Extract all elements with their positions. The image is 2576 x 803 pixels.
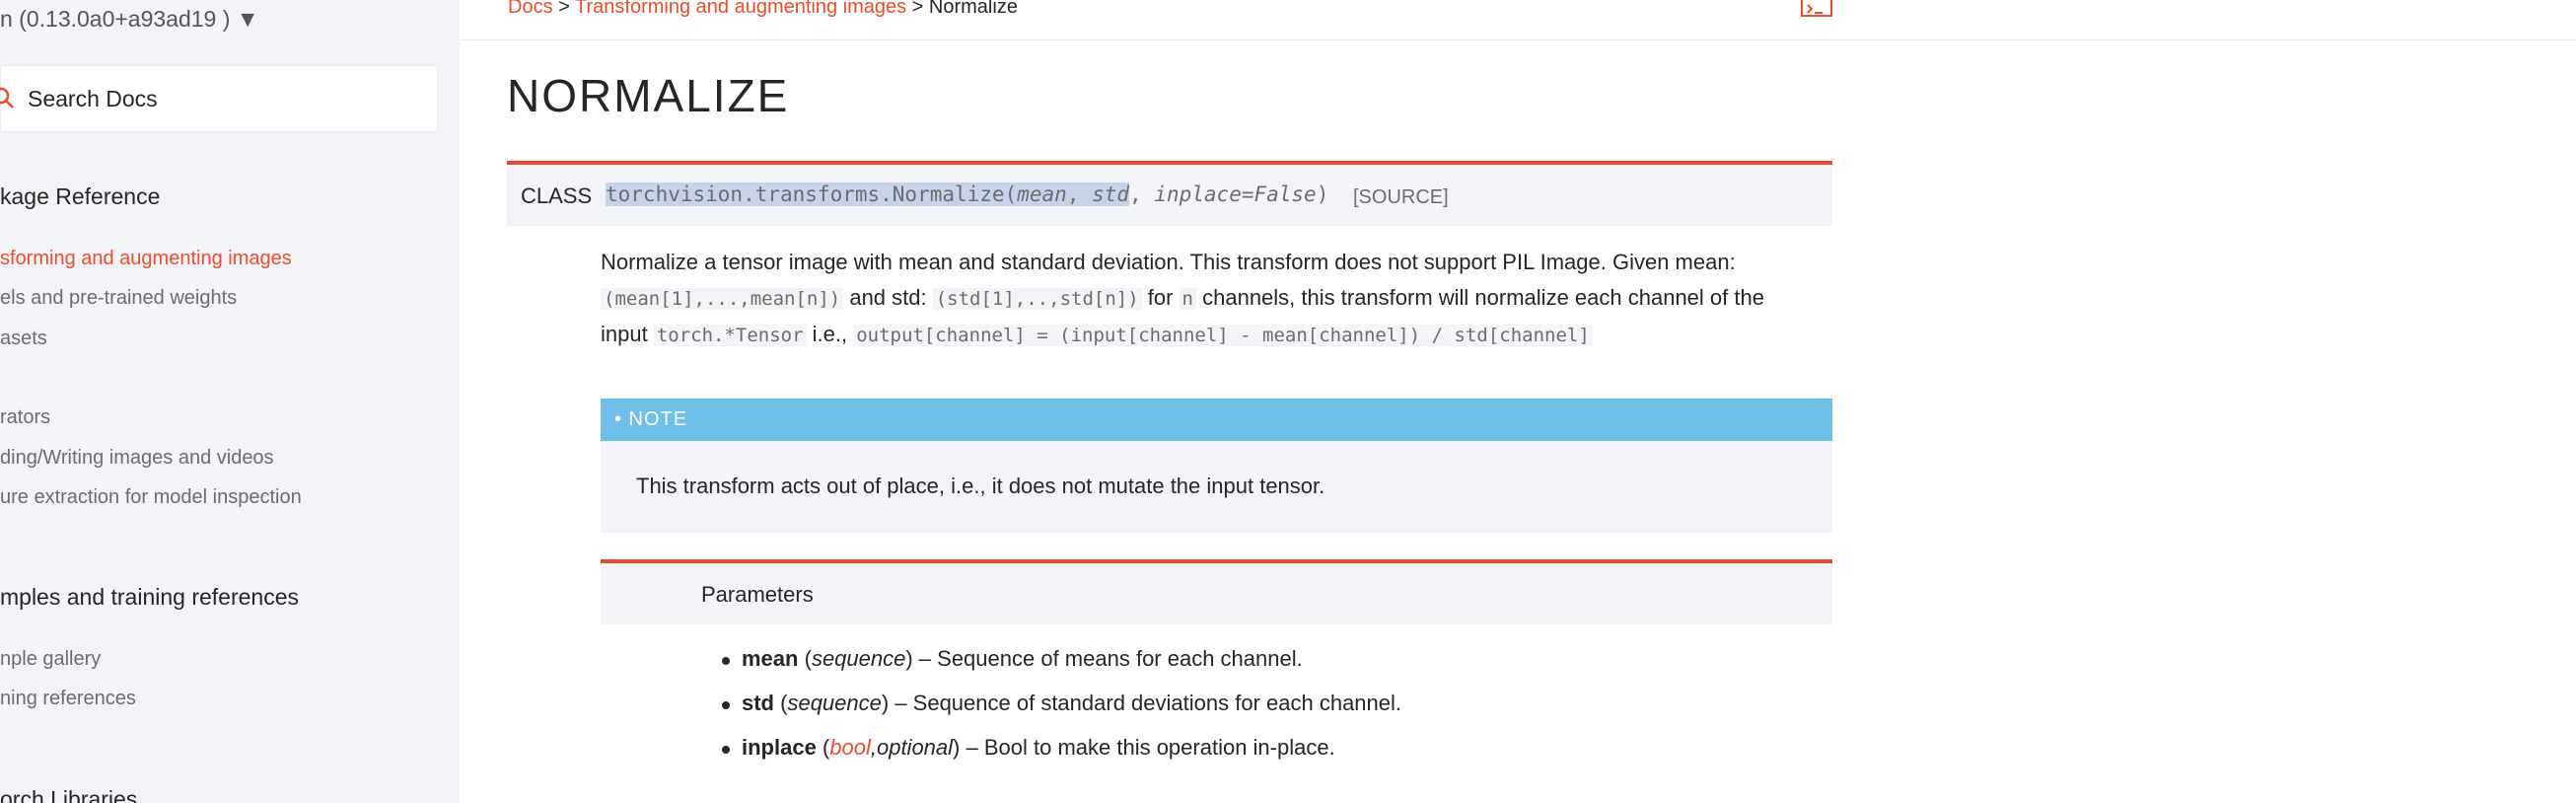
list-item: mean (sequence) – Sequence of means for … [720, 646, 1401, 691]
param-desc: – Sequence of standard deviations for ea… [889, 691, 1402, 715]
signature-arg-inplace: inplace=False [1154, 182, 1317, 206]
note-label: • NOTE [614, 408, 688, 430]
desc-text: input [601, 322, 654, 346]
page-title: NORMALIZE [507, 70, 790, 121]
sidebar-heading-examples: mples and training references [0, 584, 299, 610]
param-desc: – Bool to make this operation in-place. [960, 735, 1335, 760]
desc-text: channels, this transform will normalize … [1196, 285, 1764, 310]
version-selector[interactable]: n (0.13.0a0+a93ad19 ) ▼ [0, 6, 259, 33]
formula-code: output[channel] = (input[channel] - mean… [853, 325, 1593, 346]
note-text: This transform acts out of place, i.e., … [636, 474, 1325, 498]
sidebar: n (0.13.0a0+a93ad19 ) ▼ Search Docs kage… [0, 0, 460, 803]
tensor-code: torch.*Tensor [653, 325, 807, 346]
desc-text: for [1141, 285, 1180, 310]
n-code: n [1179, 288, 1196, 310]
breadcrumb: Docs > Transforming and augmenting image… [508, 0, 1018, 19]
sidebar-item-example-gallery[interactable]: nple gallery [0, 648, 101, 671]
signature-close: ) [1316, 182, 1329, 206]
note-header: • NOTE [601, 399, 1832, 441]
class-label: CLASS [521, 183, 593, 208]
breadcrumb-separator: > [906, 0, 929, 18]
param-type: ,optional [870, 735, 954, 760]
sidebar-item-io[interactable]: ding/Writing images and videos [0, 447, 274, 470]
sidebar-heading-package-reference: kage Reference [0, 183, 161, 209]
class-signature: CLASS torchvision.transforms.Normalize(m… [507, 161, 1832, 226]
std-code: (std[1],..,std[n]) [932, 288, 1142, 310]
description-line-3: input torch.*Tensor i.e., output[channel… [601, 317, 1839, 353]
breadcrumb-docs-link[interactable]: Docs [508, 0, 553, 18]
signature-name: torchvision.transforms.Normalize( [606, 182, 1018, 206]
note-body: This transform acts out of place, i.e., … [601, 441, 1832, 533]
param-name: inplace [742, 735, 817, 760]
mean-code: (mean[1],...,mean[n]) [601, 288, 844, 310]
param-paren: ( [774, 691, 788, 715]
signature-arg-std: std [1092, 182, 1130, 206]
sidebar-item-training-references[interactable]: ning references [0, 688, 136, 710]
terminal-icon[interactable] [1801, 0, 1832, 18]
sidebar-item-transforms[interactable]: sforming and augmenting images [0, 248, 292, 270]
search-placeholder: Search Docs [28, 86, 158, 111]
signature-code: torchvision.transforms.Normalize(mean, s… [606, 182, 1328, 206]
search-input[interactable]: Search Docs [0, 65, 438, 132]
sidebar-heading-pytorch-libraries: orch Libraries [0, 786, 138, 803]
desc-text: and std: [843, 285, 933, 310]
description-line-2: (mean[1],...,mean[n]) and std: (std[1],.… [601, 280, 1839, 317]
search-icon [0, 87, 14, 109]
signature-comma: , [1066, 182, 1093, 206]
breadcrumb-current: Normalize [928, 0, 1018, 18]
desc-text: i.e., [806, 322, 854, 346]
sidebar-item-models[interactable]: els and pre-trained weights [0, 287, 237, 310]
parameters-header: Parameters [601, 559, 1832, 624]
breadcrumb-separator: > [552, 0, 576, 18]
param-paren: ) [905, 646, 913, 671]
param-type: sequence [787, 691, 882, 715]
breadcrumb-transforms-link[interactable]: Transforming and augmenting images [575, 0, 906, 18]
description-line-1: Normalize a tensor image with mean and s… [601, 250, 1736, 274]
param-type: sequence [811, 646, 906, 671]
source-link[interactable]: [SOURCE] [1353, 186, 1449, 209]
parameters-list: mean (sequence) – Sequence of means for … [720, 646, 1401, 779]
list-item: inplace (bool,optional) – Bool to make t… [720, 735, 1401, 779]
signature-arg-mean: mean [1017, 182, 1067, 206]
signature-comma: , [1129, 182, 1155, 206]
parameters-heading: Parameters [701, 582, 814, 607]
param-paren: ( [816, 735, 830, 760]
param-name: std [742, 691, 774, 715]
param-type-link[interactable]: bool [829, 735, 871, 760]
param-desc: – Sequence of means for each channel. [912, 646, 1303, 671]
param-paren: ( [798, 646, 812, 671]
param-name: mean [742, 646, 799, 671]
sidebar-item-datasets[interactable]: asets [0, 328, 47, 350]
description: Normalize a tensor image with mean and s… [601, 245, 1839, 353]
sidebar-item-operators[interactable]: rators [0, 406, 50, 429]
sidebar-item-feature-extraction[interactable]: ure extraction for model inspection [0, 486, 302, 509]
list-item: std (sequence) – Sequence of standard de… [720, 691, 1401, 735]
